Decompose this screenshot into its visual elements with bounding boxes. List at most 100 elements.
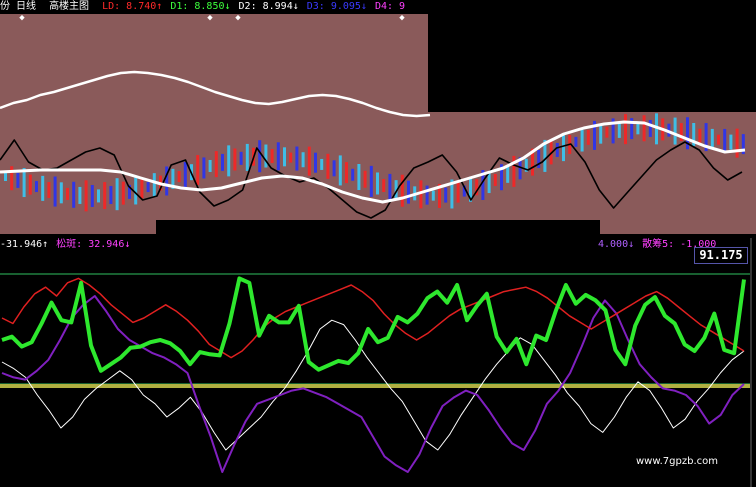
candle-43 bbox=[270, 149, 274, 164]
candle-5 bbox=[35, 181, 38, 193]
candle-35 bbox=[221, 153, 224, 171]
candle-62 bbox=[388, 173, 392, 201]
candle-94 bbox=[586, 129, 590, 145]
watermark: www.7gpzb.com bbox=[636, 456, 718, 467]
candle-112 bbox=[698, 128, 702, 143]
candle-92 bbox=[574, 136, 578, 147]
candle-4 bbox=[28, 174, 32, 195]
candle-13 bbox=[84, 180, 88, 212]
candle-3 bbox=[22, 168, 26, 198]
candle-8 bbox=[53, 176, 57, 207]
candle-59 bbox=[369, 165, 373, 197]
candle-58 bbox=[363, 170, 367, 188]
candle-48 bbox=[301, 152, 305, 168]
candle-79 bbox=[493, 173, 497, 186]
candle-11 bbox=[72, 181, 76, 208]
candle-7 bbox=[47, 182, 51, 199]
candle-38 bbox=[239, 151, 243, 165]
candle-100 bbox=[624, 114, 627, 145]
main-header-item-3: D3: 9.095↓ bbox=[306, 1, 367, 12]
candle-49 bbox=[307, 146, 311, 176]
candle-53 bbox=[332, 160, 336, 177]
indicator-header: -31.946↑ 松斑: 32.946↓ bbox=[0, 238, 138, 252]
indicator-header-item-1: 松斑: 32.946↓ bbox=[56, 239, 131, 250]
main-header-items: LD: 8.740↑ D1: 8.850↓ D2: 8.994↓ D3: 9.095↓… bbox=[102, 1, 413, 12]
main-header-item-1: D1: 8.850↓ bbox=[170, 1, 231, 12]
candle-117 bbox=[729, 134, 733, 150]
candle-10 bbox=[66, 187, 69, 200]
candle-28 bbox=[177, 171, 181, 183]
candle-19 bbox=[121, 181, 125, 205]
candle-115 bbox=[717, 134, 720, 145]
candle-51 bbox=[320, 158, 324, 170]
candle-2 bbox=[16, 172, 20, 188]
candle-1 bbox=[10, 166, 14, 191]
candle-116 bbox=[723, 128, 727, 153]
top-marker-1: ◆ bbox=[207, 13, 213, 23]
candle-55 bbox=[345, 162, 348, 184]
candle-65 bbox=[407, 180, 410, 204]
candle-60 bbox=[376, 172, 379, 195]
main-header: 份 日线 高楼主图 LD: 8.740↑ D1: 8.850↓ D2: 8.994↓… bbox=[0, 0, 420, 14]
candle-33 bbox=[208, 159, 212, 172]
candle-68 bbox=[425, 185, 429, 205]
indicator-header-item-0: -31.946↑ bbox=[0, 239, 49, 250]
candle-17 bbox=[109, 185, 113, 204]
candle-93 bbox=[580, 127, 584, 152]
indicator-header-items: -31.946↑ 松斑: 32.946↓ bbox=[0, 239, 138, 250]
chart-stage: ◆ ◆ ◆ ◆ 份 日线 高楼主图 LD: 8.740↑ D1: 8.850↓ D2: 8… bbox=[0, 0, 756, 487]
candle-46 bbox=[289, 152, 293, 163]
candle-6 bbox=[41, 175, 45, 201]
candle-36 bbox=[227, 145, 231, 177]
candle-18 bbox=[115, 178, 119, 211]
main-header-item-2: D2: 8.994↓ bbox=[238, 1, 299, 12]
candle-56 bbox=[351, 168, 355, 181]
candle-41 bbox=[258, 140, 262, 173]
indicator-header-right-item-0: 4.000↓ bbox=[598, 239, 635, 250]
candle-34 bbox=[214, 151, 218, 178]
candle-104 bbox=[648, 119, 652, 137]
candle-103 bbox=[642, 115, 646, 142]
candle-44 bbox=[276, 142, 280, 171]
candle-16 bbox=[103, 182, 107, 210]
candle-89 bbox=[555, 142, 559, 157]
period-label: 份 日线 bbox=[0, 1, 37, 12]
candle-61 bbox=[382, 178, 386, 192]
candle-29 bbox=[183, 161, 187, 187]
candle-9 bbox=[59, 182, 63, 204]
zero-band bbox=[0, 384, 750, 388]
candle-37 bbox=[233, 148, 237, 171]
candle-23 bbox=[146, 182, 150, 193]
main-title: 高楼主图 bbox=[49, 1, 90, 12]
main-panel-cutout bbox=[428, 0, 756, 112]
candle-15 bbox=[97, 189, 100, 203]
candle-57 bbox=[357, 164, 361, 191]
candle-12 bbox=[78, 186, 82, 204]
candle-54 bbox=[338, 155, 342, 186]
candle-69 bbox=[431, 190, 435, 201]
main-header-item-0: LD: 8.740↑ bbox=[102, 1, 163, 12]
candle-118 bbox=[735, 128, 739, 158]
top-marker-3: ◆ bbox=[399, 13, 405, 23]
candle-24 bbox=[152, 173, 156, 198]
candle-47 bbox=[295, 146, 299, 171]
candle-99 bbox=[617, 121, 621, 138]
candle-73 bbox=[456, 182, 460, 203]
candle-71 bbox=[444, 187, 448, 203]
candle-97 bbox=[605, 126, 609, 138]
candle-82 bbox=[512, 155, 516, 187]
candle-108 bbox=[673, 117, 677, 145]
candle-81 bbox=[506, 165, 510, 183]
main-header-item-4: D4: 9 bbox=[374, 1, 406, 12]
candle-45 bbox=[283, 147, 286, 167]
candle-32 bbox=[202, 157, 206, 179]
top-marker-0: ◆ bbox=[19, 13, 25, 23]
candle-50 bbox=[314, 152, 317, 173]
candle-14 bbox=[90, 184, 94, 207]
candle-114 bbox=[710, 128, 714, 148]
candle-31 bbox=[196, 155, 200, 186]
candle-21 bbox=[134, 176, 138, 205]
top-marker-2: ◆ bbox=[235, 13, 241, 23]
candle-96 bbox=[599, 123, 603, 144]
candle-39 bbox=[245, 143, 249, 171]
